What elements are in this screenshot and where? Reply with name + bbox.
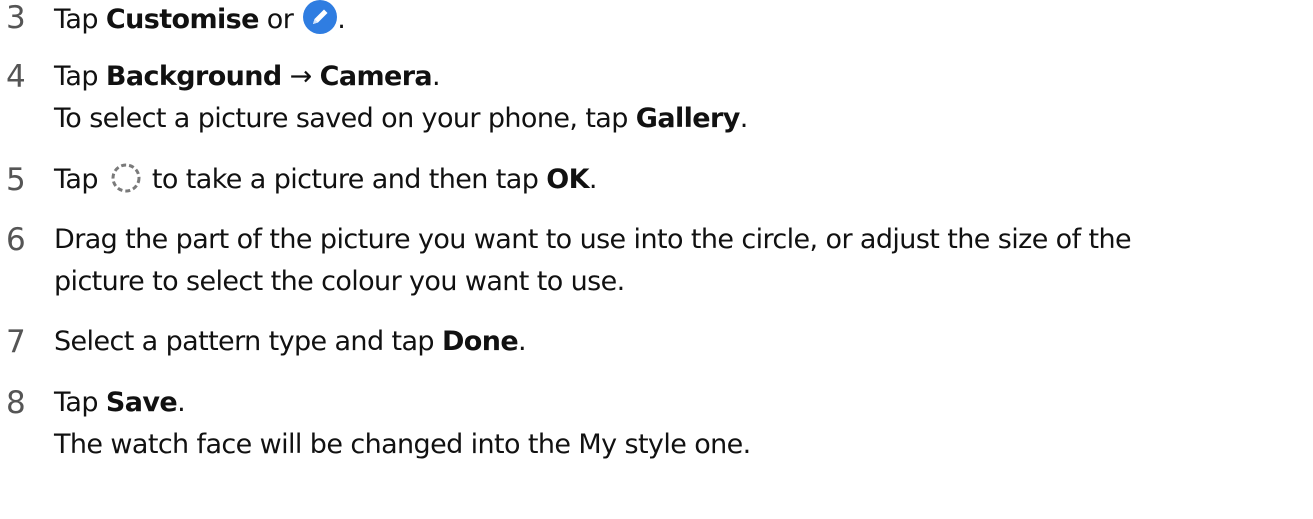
step-number: 3 bbox=[6, 0, 26, 36]
step-note-text: The watch face will be changed into the … bbox=[54, 429, 751, 460]
step-note-text: To select a picture saved on your phone,… bbox=[54, 103, 748, 134]
step-number: 7 bbox=[6, 324, 26, 360]
step-text: Tap to take a picture and then tap OK. bbox=[54, 162, 597, 195]
step-text-line2: picture to select the colour you want to… bbox=[54, 266, 625, 297]
camera-shutter-icon bbox=[110, 162, 142, 194]
step-number: 8 bbox=[6, 385, 26, 421]
step-number: 5 bbox=[6, 162, 26, 198]
step-text: Tap Save. bbox=[54, 387, 186, 418]
step-number: 6 bbox=[6, 222, 26, 258]
step-number: 4 bbox=[6, 59, 26, 95]
step-text: Tap Customise or . bbox=[54, 0, 346, 38]
step-text: Select a pattern type and tap Done. bbox=[54, 326, 527, 357]
step-text: Tap Background → Camera. bbox=[54, 61, 441, 92]
pencil-edit-icon bbox=[303, 0, 338, 34]
step-text-line1: Drag the part of the picture you want to… bbox=[54, 224, 1132, 255]
